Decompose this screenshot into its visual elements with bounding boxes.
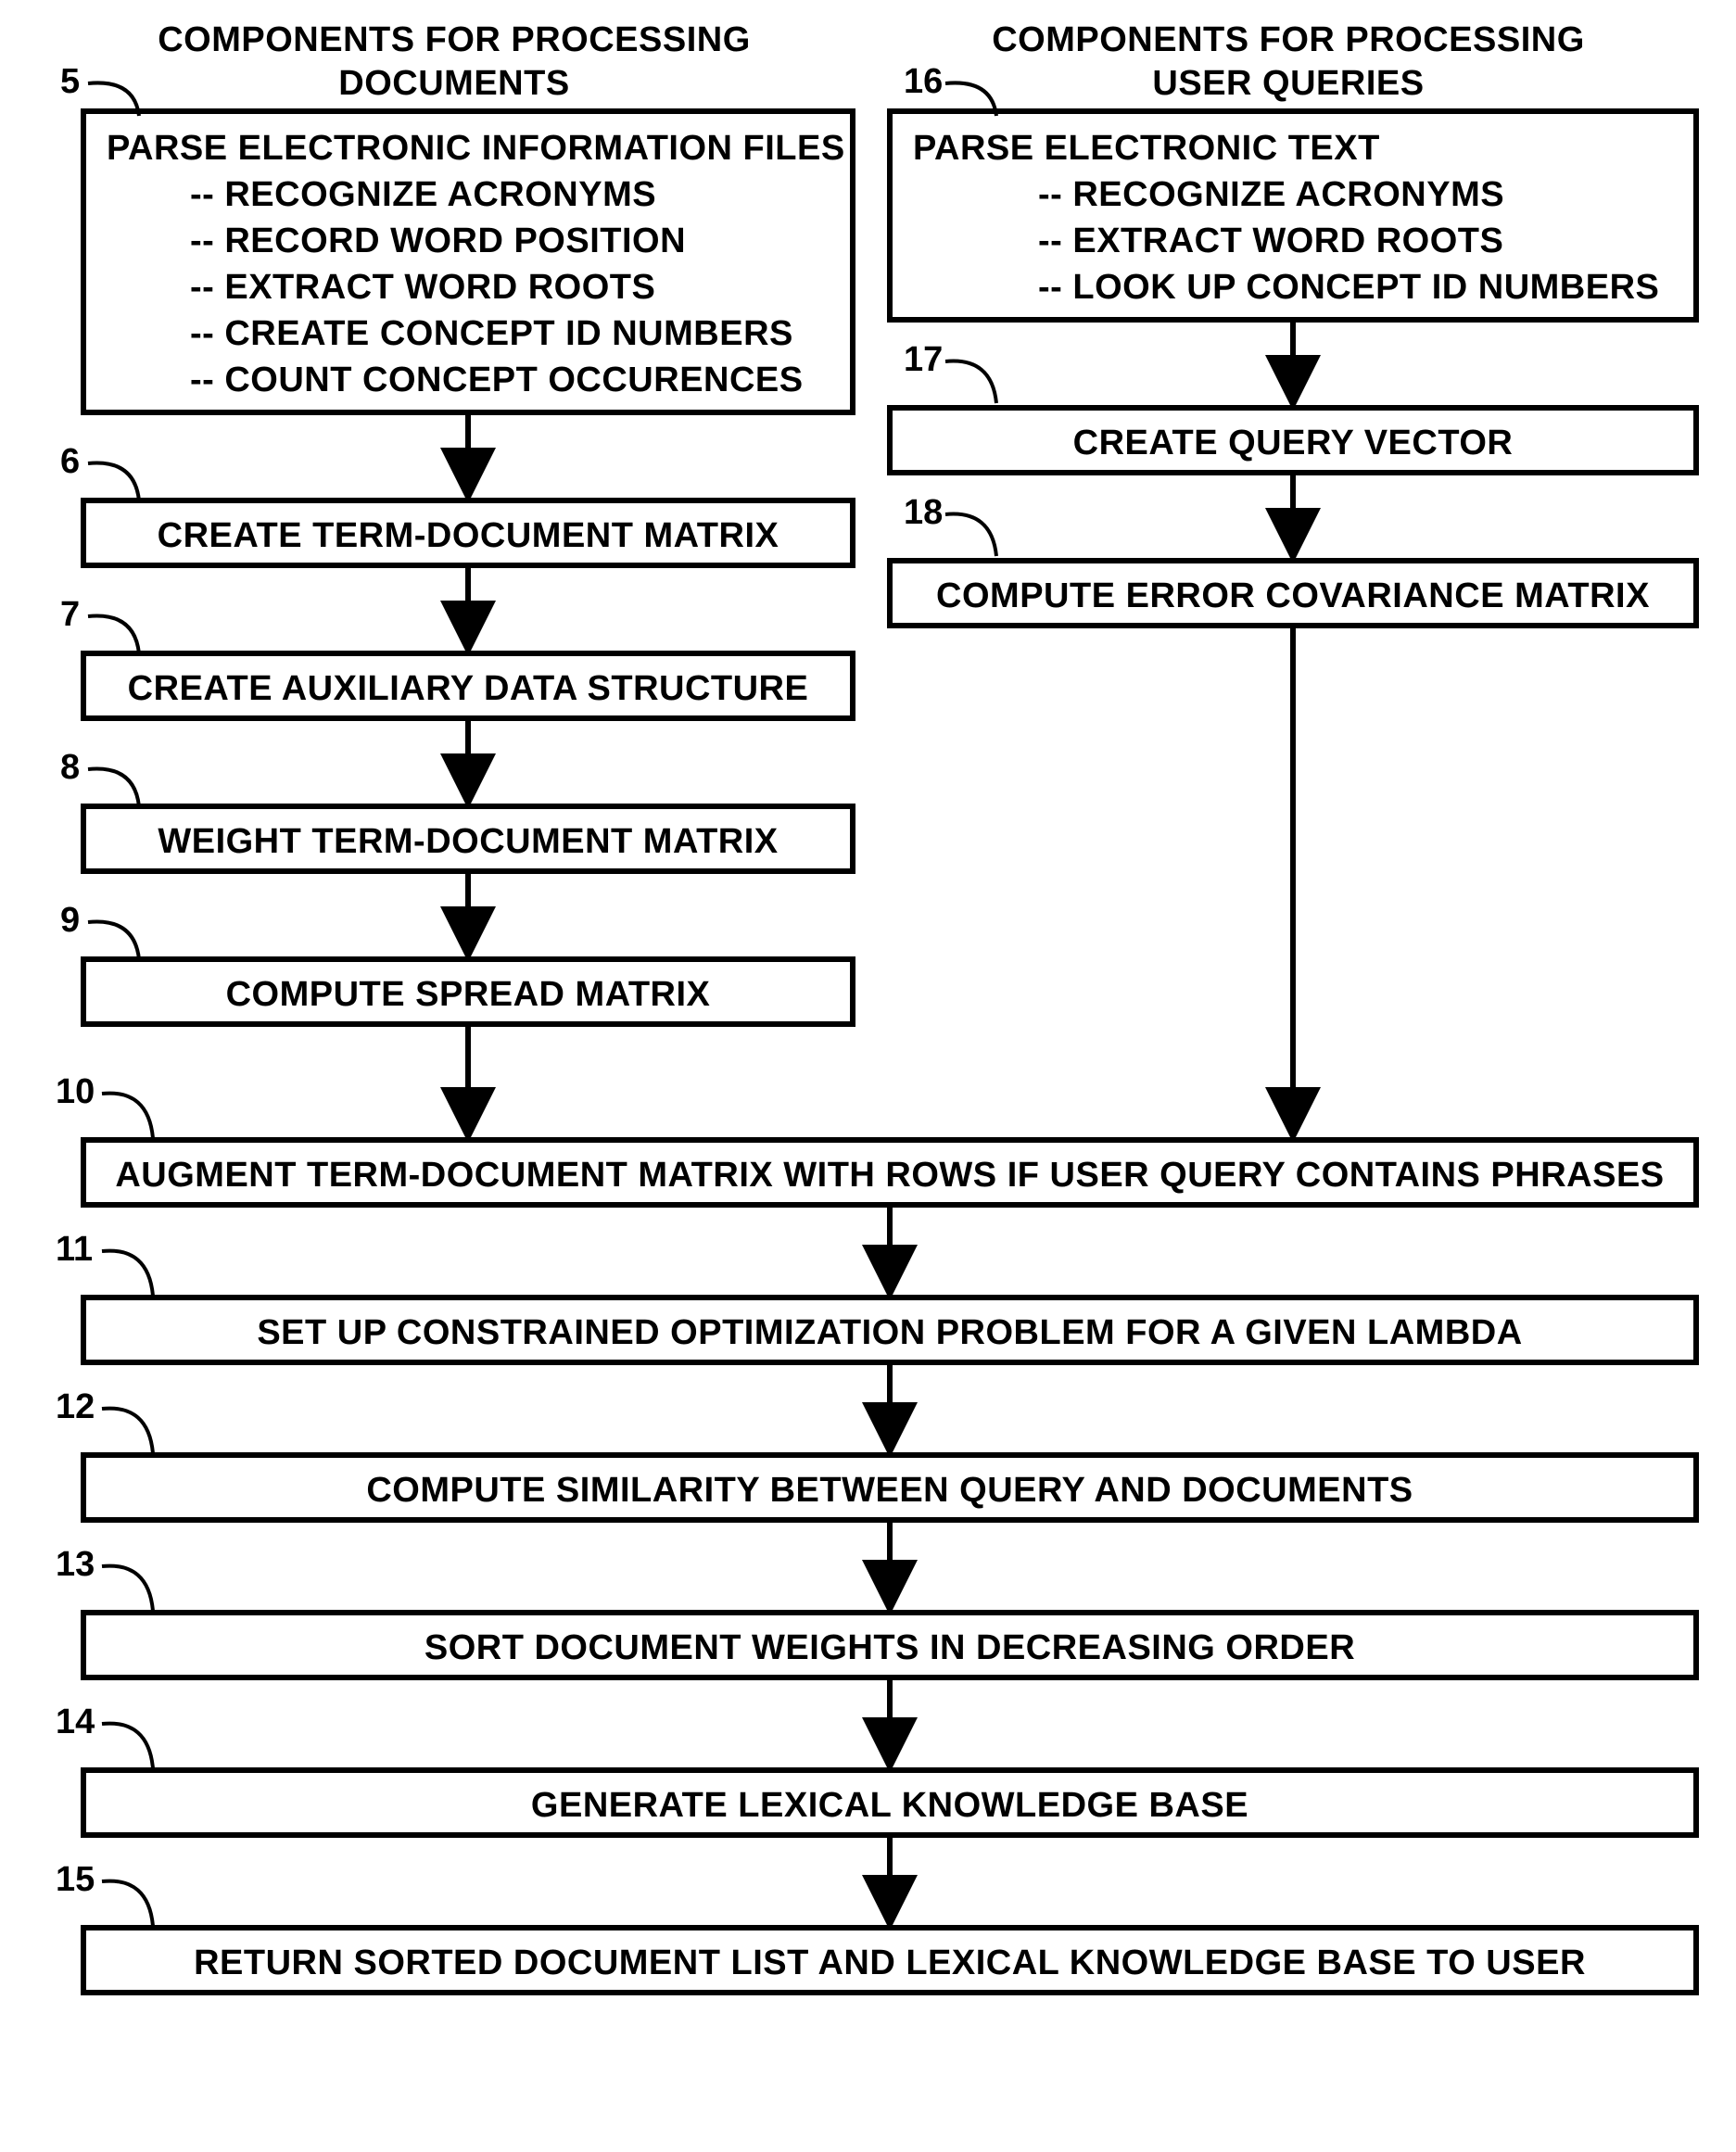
- ref-14: 14: [56, 1703, 95, 1741]
- ref-17: 17: [904, 340, 943, 379]
- ref-5: 5: [60, 62, 80, 101]
- box-8-text: WEIGHT TERM-DOCUMENT MATRIX: [158, 822, 778, 861]
- box-12-text: COMPUTE SIMILARITY BETWEEN QUERY AND DOC…: [366, 1471, 1413, 1510]
- ref-15: 15: [56, 1860, 95, 1899]
- box-14-text: GENERATE LEXICAL KNOWLEDGE BASE: [531, 1786, 1248, 1825]
- right-column-title-2: USER QUERIES: [1152, 64, 1424, 103]
- box-16-title: PARSE ELECTRONIC TEXT: [913, 129, 1380, 168]
- ref-13: 13: [56, 1545, 95, 1584]
- ref-9: 9: [60, 901, 80, 940]
- box-16-item-2: -- LOOK UP CONCEPT ID NUMBERS: [1038, 268, 1659, 307]
- box-5-item-3: -- CREATE CONCEPT ID NUMBERS: [190, 314, 793, 353]
- box-5-item-1: -- RECORD WORD POSITION: [190, 222, 686, 260]
- box-6-text: CREATE TERM-DOCUMENT MATRIX: [158, 516, 779, 555]
- flowchart-root: COMPONENTS FOR PROCESSING DOCUMENTS COMP…: [0, 0, 1736, 2152]
- ref-16: 16: [904, 62, 943, 101]
- ref-11: 11: [56, 1230, 93, 1269]
- ref-7: 7: [60, 595, 80, 634]
- ref-6: 6: [60, 442, 80, 481]
- left-column-title-1: COMPONENTS FOR PROCESSING: [158, 20, 751, 59]
- ref-12: 12: [56, 1387, 95, 1426]
- box-18-text: COMPUTE ERROR COVARIANCE MATRIX: [936, 576, 1650, 615]
- box-16-item-0: -- RECOGNIZE ACRONYMS: [1038, 175, 1504, 214]
- ref-8: 8: [60, 748, 80, 787]
- box-10-text: AUGMENT TERM-DOCUMENT MATRIX WITH ROWS I…: [115, 1156, 1664, 1195]
- ref-10: 10: [56, 1072, 95, 1111]
- right-column-title-1: COMPONENTS FOR PROCESSING: [992, 20, 1585, 59]
- box-17-text: CREATE QUERY VECTOR: [1073, 424, 1514, 462]
- box-7-text: CREATE AUXILIARY DATA STRUCTURE: [128, 669, 809, 708]
- box-5-item-0: -- RECOGNIZE ACRONYMS: [190, 175, 656, 214]
- ref-18: 18: [904, 493, 943, 532]
- box-9-text: COMPUTE SPREAD MATRIX: [226, 975, 711, 1014]
- box-13-text: SORT DOCUMENT WEIGHTS IN DECREASING ORDE…: [424, 1628, 1355, 1667]
- box-16-item-1: -- EXTRACT WORD ROOTS: [1038, 222, 1503, 260]
- box-15-text: RETURN SORTED DOCUMENT LIST AND LEXICAL …: [194, 1943, 1586, 1982]
- box-5-item-4: -- COUNT CONCEPT OCCURENCES: [190, 361, 804, 399]
- left-column-title-2: DOCUMENTS: [338, 64, 569, 103]
- box-5-title: PARSE ELECTRONIC INFORMATION FILES: [107, 129, 845, 168]
- box-11-text: SET UP CONSTRAINED OPTIMIZATION PROBLEM …: [257, 1313, 1522, 1352]
- box-5-item-2: -- EXTRACT WORD ROOTS: [190, 268, 655, 307]
